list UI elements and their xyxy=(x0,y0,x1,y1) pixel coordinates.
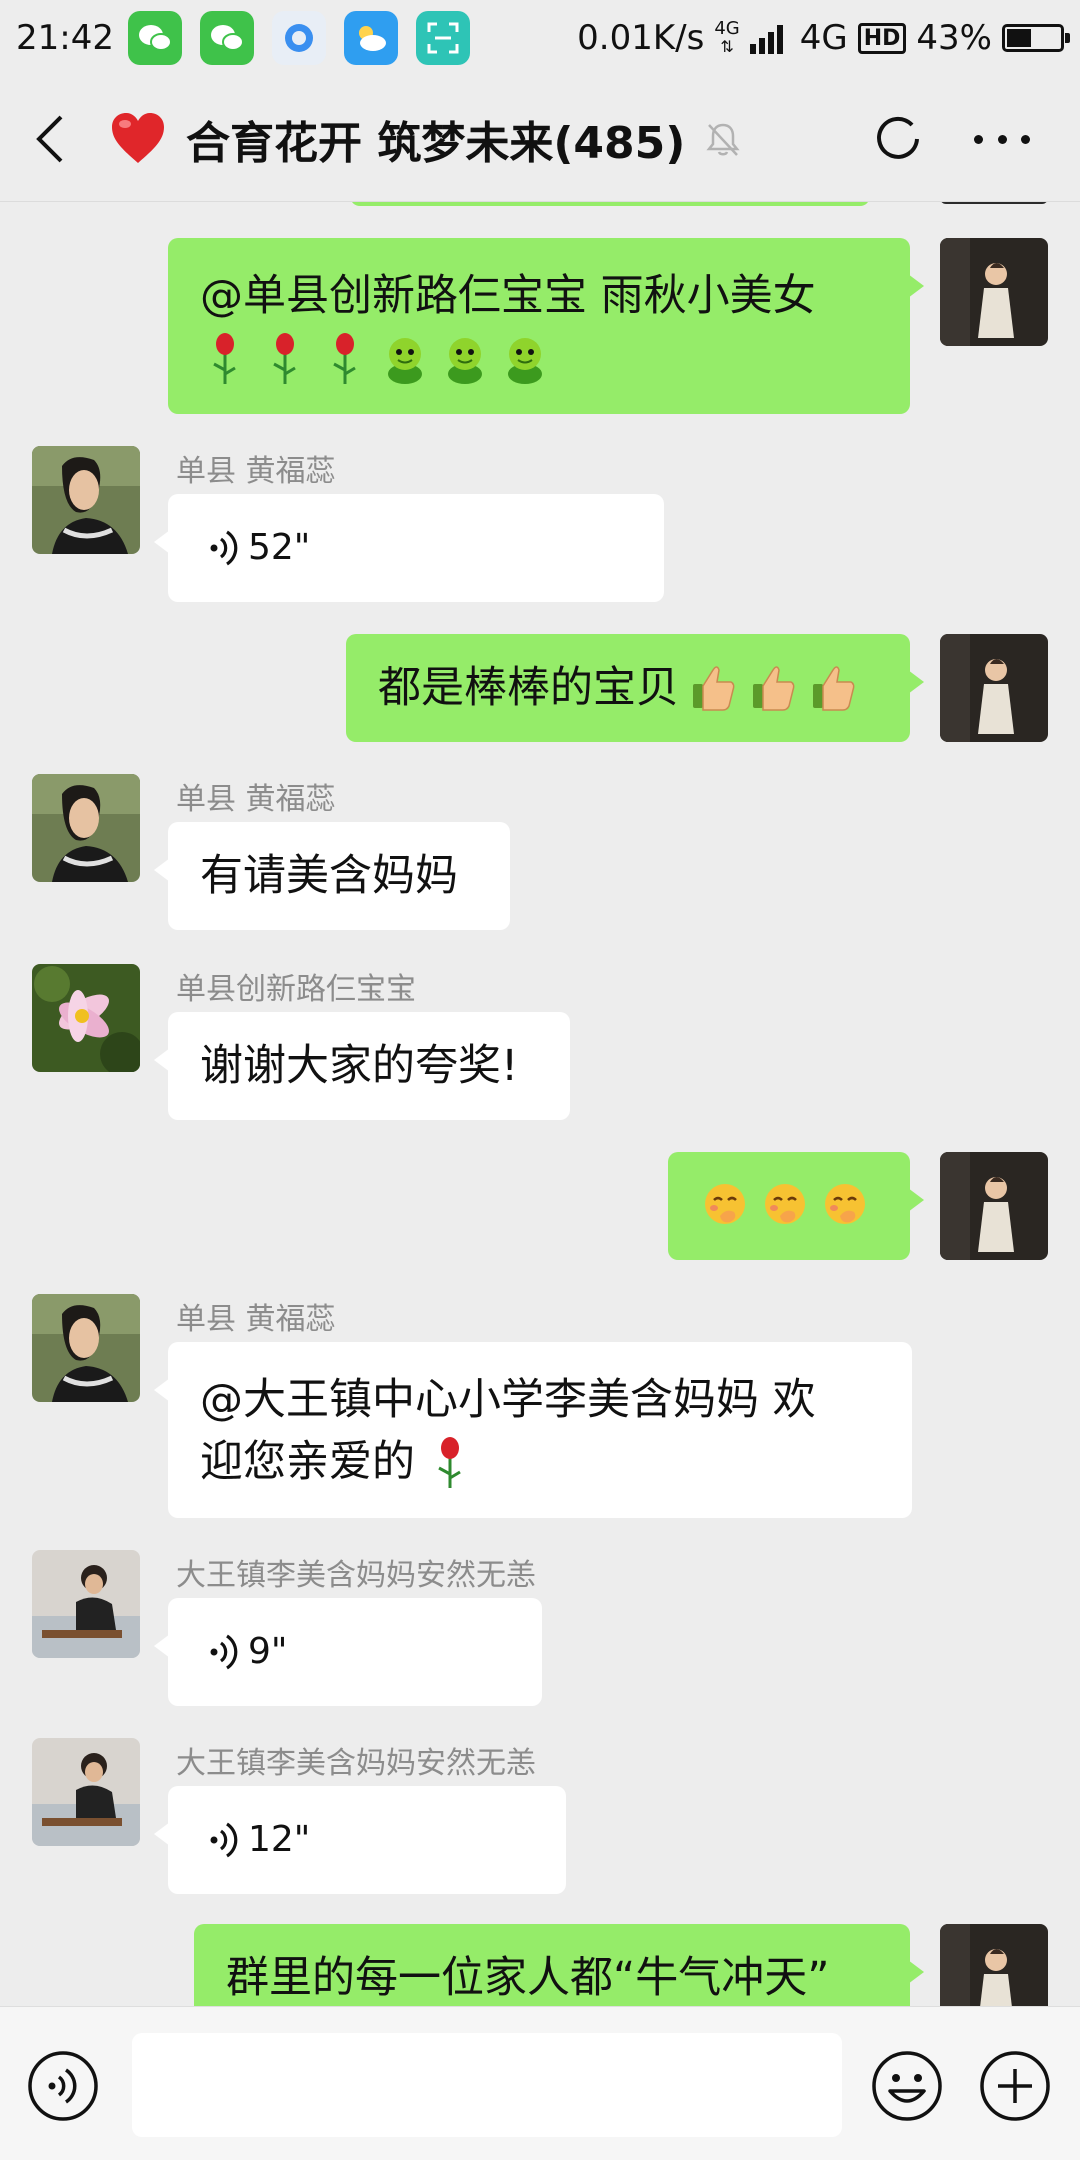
my-avatar[interactable] xyxy=(940,634,1048,742)
voice-duration: 12" xyxy=(248,1819,311,1860)
sender-avatar[interactable] xyxy=(32,1550,140,1658)
message-text: 都是棒棒的宝贝 xyxy=(378,663,679,713)
hd-badge: HD xyxy=(857,22,907,54)
message-text: 迎您亲爱的 xyxy=(200,1437,415,1487)
sender-name: 单县创新路仨宝宝 xyxy=(176,972,416,1007)
face-with-hand-over-mouth-emoji-icon xyxy=(705,1184,745,1224)
sender-avatar[interactable] xyxy=(32,446,140,554)
rose-emoji-icon xyxy=(438,1437,461,1488)
sender-name: 大王镇李美含妈妈安然无恙 xyxy=(176,1746,536,1781)
message-text: 群里的每一位家人都“牛气冲天” xyxy=(226,1953,830,2003)
green-creature-emoji-icon xyxy=(448,338,482,384)
message-bubble[interactable]: 群里的每一位家人都“牛气冲天” xyxy=(194,1924,924,2006)
voice-message-bubble[interactable]: 9" xyxy=(154,1598,542,1706)
green-creature-emoji-icon xyxy=(388,338,422,384)
chat-title[interactable]: 合育花开 筑梦未来(485) xyxy=(186,107,685,171)
data-activity-icon: 4G ⇅ xyxy=(714,18,740,56)
rose-emoji-icon xyxy=(213,333,236,384)
battery-icon xyxy=(1002,24,1070,52)
my-avatar[interactable] xyxy=(940,238,1048,346)
message-bubble[interactable]: 谢谢大家的夸奖! xyxy=(154,1012,570,1120)
battery-percent: 43% xyxy=(916,18,992,58)
heart-icon xyxy=(112,112,164,163)
message-bubble[interactable]: @大王镇中心小学李美含妈妈 欢 迎您亲爱的 xyxy=(154,1342,912,1518)
my-avatar[interactable] xyxy=(940,1152,1048,1260)
network-type: 4G xyxy=(799,18,848,58)
sender-avatar[interactable] xyxy=(32,1294,140,1402)
refresh-icon[interactable] xyxy=(872,113,924,165)
browser-icon xyxy=(271,11,326,65)
avatar[interactable] xyxy=(940,202,1048,204)
my-avatar[interactable] xyxy=(940,1924,1048,2006)
face-with-hand-over-mouth-emoji-icon xyxy=(825,1184,865,1224)
voice-duration: 52" xyxy=(248,527,311,568)
voice-wave-icon xyxy=(210,1634,238,1670)
message-bubble[interactable]: 都是棒棒的宝贝 xyxy=(346,634,924,742)
sender-avatar[interactable] xyxy=(32,774,140,882)
voice-message: 9" xyxy=(192,1625,518,1679)
emoji-row xyxy=(700,1175,878,1237)
rose-emoji-icon xyxy=(273,333,296,384)
emoji-button[interactable] xyxy=(870,2049,944,2123)
voice-wave-icon xyxy=(210,530,238,566)
chevron-left-icon xyxy=(36,115,63,162)
sender-name: 单县 黄福蕊 xyxy=(176,782,336,817)
thumbs-up-emoji-icon xyxy=(813,666,855,711)
message-text: 有请美含妈妈 xyxy=(200,851,458,901)
voice-message-bubble[interactable]: 52" xyxy=(154,494,664,602)
sender-avatar[interactable] xyxy=(32,964,140,1072)
voice-wave-icon xyxy=(210,1822,238,1858)
message-bubble[interactable]: @单县创新路仨宝宝 雨秋小美女 xyxy=(168,238,924,414)
face-with-hand-over-mouth-emoji-icon xyxy=(765,1184,805,1224)
sender-name: 单县 黄福蕊 xyxy=(176,454,336,489)
status-bar: 21:42 0.01K/s 4G ⇅ 4G HD 43% xyxy=(0,0,1080,76)
scanner-icon xyxy=(415,11,470,65)
clock: 21:42 xyxy=(16,18,114,58)
signal-icon xyxy=(749,25,783,54)
net-speed: 0.01K/s xyxy=(577,18,705,58)
message-bubble[interactable]: 有请美含妈妈 xyxy=(154,822,510,930)
voice-message-bubble[interactable]: 12" xyxy=(154,1786,566,1894)
voice-input-button[interactable] xyxy=(26,2049,100,2123)
green-creature-emoji-icon xyxy=(508,338,542,384)
voice-message: 52" xyxy=(192,521,640,575)
rose-emoji-icon xyxy=(333,333,356,384)
voice-message: 12" xyxy=(192,1813,542,1867)
wechat-icon xyxy=(199,11,254,65)
thumbs-up-emoji-icon xyxy=(753,666,795,711)
plus-button[interactable] xyxy=(978,2049,1052,2123)
message-content: 迎您亲爱的 xyxy=(200,1431,880,1493)
more-button[interactable] xyxy=(974,116,1030,162)
mute-bell-icon xyxy=(706,123,740,156)
voice-duration: 9" xyxy=(248,1631,288,1672)
emoji-row xyxy=(200,327,878,389)
message-input[interactable] xyxy=(132,2033,842,2137)
weather-icon xyxy=(343,11,398,65)
message-list[interactable]: @单县创新路仨宝宝 雨秋小美女 单县 黄福蕊 52" 都是棒棒的宝贝 单县 黄福… xyxy=(0,202,1080,2006)
wechat-icon xyxy=(127,11,182,65)
back-button[interactable] xyxy=(0,76,100,202)
message-text: @单县创新路仨宝宝 雨秋小美女 xyxy=(200,271,816,321)
sender-avatar[interactable] xyxy=(32,1738,140,1846)
message-content: 都是棒棒的宝贝 xyxy=(378,657,878,719)
message-bubble[interactable] xyxy=(668,1152,924,1260)
message-text: 谢谢大家的夸奖! xyxy=(200,1041,519,1091)
message-bubble[interactable] xyxy=(350,202,870,206)
input-bar xyxy=(0,2006,1080,2160)
thumbs-up-emoji-icon xyxy=(693,666,735,711)
sender-name: 单县 黄福蕊 xyxy=(176,1302,336,1337)
message-text: @大王镇中心小学李美含妈妈 欢 xyxy=(200,1375,816,1425)
chat-header: 合育花开 筑梦未来(485) xyxy=(0,76,1080,202)
sender-name: 大王镇李美含妈妈安然无恙 xyxy=(176,1558,536,1593)
